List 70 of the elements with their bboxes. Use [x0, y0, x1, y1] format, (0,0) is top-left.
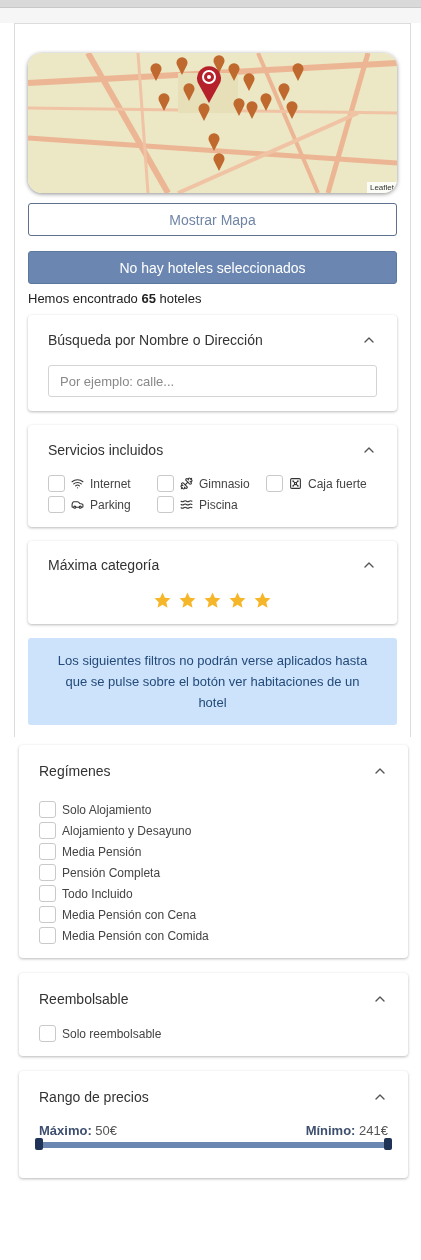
section-title: Máxima categoría	[48, 557, 160, 573]
map-marker-icon[interactable]	[150, 63, 162, 81]
option-label: Piscina	[199, 497, 238, 512]
option-label: Gimnasio	[199, 476, 250, 491]
option-label: Solo Alojamiento	[62, 802, 152, 817]
option-label: Todo Incluido	[62, 886, 133, 901]
checkbox[interactable]	[48, 475, 65, 492]
map-marker-icon[interactable]	[278, 83, 290, 101]
map-marker-icon[interactable]	[233, 98, 245, 116]
section-title: Búsqueda por Nombre o Dirección	[48, 332, 263, 348]
map-marker-icon[interactable]	[286, 101, 298, 119]
price-label: Máximo: 50€	[39, 1123, 118, 1138]
info-notice: Los siguientes filtros no podrán verse aplicados hasta que se pulse sobre el botón ver habitaciones de un hotel	[28, 638, 397, 725]
map-marker-icon[interactable]	[198, 103, 210, 121]
checkbox[interactable]	[39, 927, 56, 944]
section-title: Rango de precios	[39, 1089, 149, 1105]
map-marker-icon[interactable]	[243, 73, 255, 91]
checkbox[interactable]	[39, 843, 56, 860]
checkbox[interactable]	[39, 864, 56, 881]
show-map-button[interactable]: Mostrar Mapa	[28, 203, 397, 236]
results-summary: Hemos encontrado 65 hoteles	[28, 291, 203, 306]
map-marker-icon[interactable]	[260, 93, 272, 111]
checkbox[interactable]	[157, 475, 174, 492]
star-icon[interactable]	[203, 591, 222, 610]
map-marker-icon[interactable]	[176, 57, 188, 75]
checkbox[interactable]	[39, 801, 56, 818]
option-label: Media Pensión con Cena	[62, 907, 197, 922]
star-icon[interactable]	[153, 591, 172, 610]
car-icon	[71, 498, 84, 511]
slider-thumb[interactable]	[35, 1138, 43, 1150]
star-icon[interactable]	[228, 591, 247, 610]
vault-icon	[289, 477, 302, 490]
section-title: Reembolsable	[39, 991, 129, 1007]
option-label: Pensión Completa	[62, 865, 161, 880]
map-attribution[interactable]: Leaflet	[366, 182, 397, 193]
checkbox[interactable]	[48, 496, 65, 513]
waves-icon	[180, 498, 193, 511]
location-pin-icon[interactable]	[196, 65, 222, 103]
wifi-icon	[71, 477, 84, 490]
map-marker-icon[interactable]	[213, 153, 225, 171]
star-icon[interactable]	[178, 591, 197, 610]
map-marker-icon[interactable]	[228, 63, 240, 81]
map-marker-icon[interactable]	[208, 133, 220, 151]
section-title: Servicios incluidos	[48, 442, 164, 458]
option-label: Media Pensión con Comida	[62, 928, 209, 943]
checkbox[interactable]	[157, 496, 174, 513]
option-label: Solo reembolsable	[62, 1026, 162, 1041]
map-marker-icon[interactable]	[292, 63, 304, 81]
price-label: Mínimo: 241€	[305, 1123, 388, 1138]
search-field[interactable]: Por ejemplo: calle...	[48, 365, 377, 397]
selection-banner[interactable]: No hay hoteles seleccionados	[28, 251, 397, 284]
star-icon[interactable]	[253, 591, 272, 610]
map[interactable]: Leaflet	[28, 53, 397, 193]
map-marker-icon[interactable]	[213, 55, 225, 73]
section-title: Regímenes	[39, 763, 111, 779]
map-marker-icon[interactable]	[158, 93, 170, 111]
option-label: Caja fuerte	[308, 476, 367, 491]
option-label: Internet	[90, 476, 131, 491]
option-label: Alojamiento y Desayuno	[62, 823, 192, 838]
checkbox[interactable]	[39, 1025, 56, 1042]
checkbox[interactable]	[39, 885, 56, 902]
checkbox[interactable]	[39, 906, 56, 923]
slider-thumb[interactable]	[384, 1138, 392, 1150]
map-marker-icon[interactable]	[183, 83, 195, 101]
checkbox[interactable]	[39, 822, 56, 839]
checkbox[interactable]	[266, 475, 283, 492]
map-marker-icon[interactable]	[246, 101, 258, 119]
option-label: Media Pensión	[62, 844, 142, 859]
option-label: Parking	[90, 497, 131, 512]
dumbbell-icon	[180, 477, 193, 490]
